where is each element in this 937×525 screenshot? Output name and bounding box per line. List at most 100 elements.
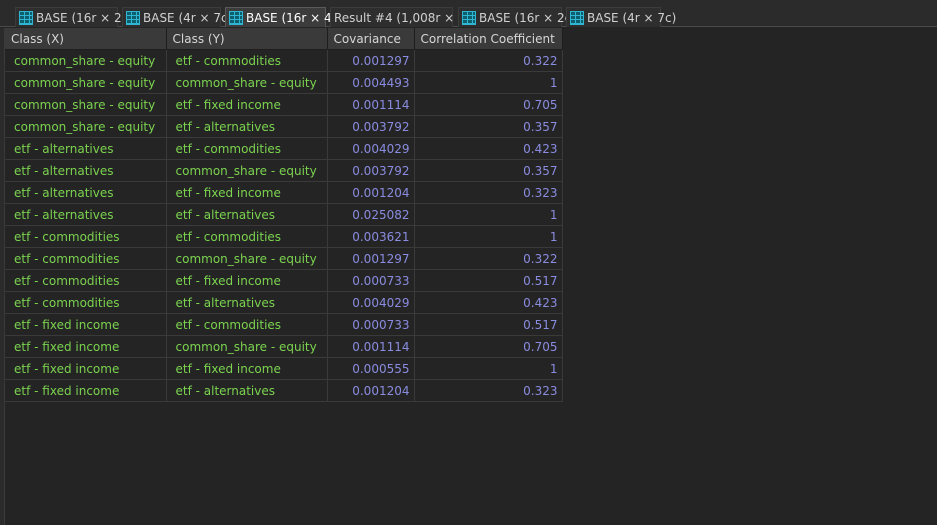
cell-correlation[interactable]: 0.323 xyxy=(414,181,563,204)
cell-class-x[interactable]: common_share - equity xyxy=(5,115,167,138)
cell-covariance[interactable]: 0.001297 xyxy=(327,247,415,270)
table-row[interactable]: common_share - equity etf - alternatives 0… xyxy=(5,115,563,138)
cell-correlation[interactable]: 0.323 xyxy=(414,379,563,402)
table-row[interactable]: etf - commodities etf - commodities 0.0036… xyxy=(5,225,563,248)
cell-class-y[interactable]: common_share - equity xyxy=(166,247,328,270)
tab-4[interactable]: Result #4 (1,008r × 7c) xyxy=(330,7,477,27)
table-row[interactable]: etf - fixed income etf - commodities 0.000… xyxy=(5,313,563,336)
cell-correlation[interactable]: 0.423 xyxy=(414,291,563,314)
cell-class-y[interactable]: etf - commodities xyxy=(166,313,328,336)
result-table: Class (X) Class (Y) Covariance Correlati… xyxy=(5,28,563,402)
cell-covariance[interactable]: 0.000733 xyxy=(327,313,415,336)
cell-class-x[interactable]: etf - commodities xyxy=(5,269,167,292)
table-row[interactable]: common_share - equity common_share - equi… xyxy=(5,71,563,94)
cell-correlation[interactable]: 0.517 xyxy=(414,313,563,336)
cell-correlation[interactable]: 0.322 xyxy=(414,49,563,72)
table-icon xyxy=(19,10,33,25)
table-row[interactable]: etf - commodities etf - alternatives 0.004… xyxy=(5,291,563,314)
cell-class-x[interactable]: etf - commodities xyxy=(5,225,167,248)
cell-correlation[interactable]: 1 xyxy=(414,71,563,94)
cell-class-y[interactable]: etf - alternatives xyxy=(166,291,328,314)
cell-correlation[interactable]: 0.357 xyxy=(414,115,563,138)
cell-covariance[interactable]: 0.001297 xyxy=(327,49,415,72)
table-icon xyxy=(229,10,243,25)
cell-class-y[interactable]: etf - commodities xyxy=(166,225,328,248)
cell-class-x[interactable]: etf - alternatives xyxy=(5,159,167,182)
cell-covariance[interactable]: 0.001204 xyxy=(327,379,415,402)
cell-covariance[interactable]: 0.003792 xyxy=(327,115,415,138)
cell-class-x[interactable]: etf - fixed income xyxy=(5,357,167,380)
cell-class-x[interactable]: etf - fixed income xyxy=(5,379,167,402)
cell-correlation[interactable]: 0.357 xyxy=(414,159,563,182)
cell-covariance[interactable]: 0.004029 xyxy=(327,137,415,160)
table-row[interactable]: etf - fixed income etf - alternatives 0.00… xyxy=(5,379,563,402)
cell-covariance[interactable]: 0.001204 xyxy=(327,181,415,204)
tab-2[interactable]: BASE (4r × 7c) xyxy=(122,7,232,27)
tab-5[interactable]: BASE (16r × 2c) xyxy=(458,7,576,27)
result-grid[interactable]: Class (X) Class (Y) Covariance Correlati… xyxy=(4,28,937,525)
table-row[interactable]: etf - fixed income common_share - equity 0… xyxy=(5,335,563,358)
cell-class-y[interactable]: etf - alternatives xyxy=(166,203,328,226)
cell-class-x[interactable]: etf - fixed income xyxy=(5,335,167,358)
tab-label: Result #4 (1,008r × 7c) xyxy=(334,10,477,25)
column-header-covariance[interactable]: Covariance xyxy=(327,28,415,50)
cell-covariance[interactable]: 0.000555 xyxy=(327,357,415,380)
cell-class-y[interactable]: common_share - equity xyxy=(166,159,328,182)
cell-class-x[interactable]: common_share - equity xyxy=(5,93,167,116)
cell-covariance[interactable]: 0.004493 xyxy=(327,71,415,94)
column-header-class-x[interactable]: Class (X) xyxy=(5,28,167,50)
cell-covariance[interactable]: 0.000733 xyxy=(327,269,415,292)
cell-covariance[interactable]: 0.003792 xyxy=(327,159,415,182)
column-header-correlation[interactable]: Correlation Coefficient xyxy=(414,28,563,50)
cell-class-x[interactable]: etf - alternatives xyxy=(5,203,167,226)
tab-label: BASE (16r × 2c) xyxy=(36,10,133,25)
cell-class-y[interactable]: etf - alternatives xyxy=(166,379,328,402)
cell-covariance[interactable]: 0.001114 xyxy=(327,93,415,116)
table-row[interactable]: etf - commodities common_share - equity 0.… xyxy=(5,247,563,270)
cell-class-x[interactable]: etf - alternatives xyxy=(5,181,167,204)
cell-correlation[interactable]: 1 xyxy=(414,357,563,380)
table-row[interactable]: common_share - equity etf - commodities 0.… xyxy=(5,49,563,72)
column-header-class-y[interactable]: Class (Y) xyxy=(166,28,328,50)
cell-correlation[interactable]: 1 xyxy=(414,203,563,226)
tab-label: BASE (4r × 7c) xyxy=(587,10,677,25)
cell-correlation[interactable]: 0.705 xyxy=(414,335,563,358)
table-icon xyxy=(462,10,476,25)
table-row[interactable]: etf - commodities etf - fixed income 0.000… xyxy=(5,269,563,292)
cell-class-x[interactable]: etf - fixed income xyxy=(5,313,167,336)
cell-correlation[interactable]: 1 xyxy=(414,225,563,248)
cell-class-y[interactable]: etf - fixed income xyxy=(166,357,328,380)
table-row[interactable]: common_share - equity etf - fixed income 0… xyxy=(5,93,563,116)
cell-class-y[interactable]: common_share - equity xyxy=(166,335,328,358)
cell-class-x[interactable]: etf - alternatives xyxy=(5,137,167,160)
cell-class-x[interactable]: etf - commodities xyxy=(5,291,167,314)
table-row[interactable]: etf - alternatives etf - alternatives 0.02… xyxy=(5,203,563,226)
cell-covariance[interactable]: 0.025082 xyxy=(327,203,415,226)
cell-correlation[interactable]: 0.705 xyxy=(414,93,563,116)
cell-covariance[interactable]: 0.003621 xyxy=(327,225,415,248)
cell-class-y[interactable]: common_share - equity xyxy=(166,71,328,94)
result-tab-bar: BASE (16r × 2c) BASE (4r × 7c) BASE (16r ×… xyxy=(0,0,937,27)
table-row[interactable]: etf - fixed income etf - fixed income 0.00… xyxy=(5,357,563,380)
cell-class-y[interactable]: etf - commodities xyxy=(166,49,328,72)
table-row[interactable]: etf - alternatives etf - commodities 0.004… xyxy=(5,137,563,160)
cell-class-y[interactable]: etf - fixed income xyxy=(166,93,328,116)
cell-class-x[interactable]: common_share - equity xyxy=(5,49,167,72)
cell-class-y[interactable]: etf - commodities xyxy=(166,137,328,160)
cell-class-y[interactable]: etf - alternatives xyxy=(166,115,328,138)
cell-class-x[interactable]: etf - commodities xyxy=(5,247,167,270)
cell-covariance[interactable]: 0.001114 xyxy=(327,335,415,358)
cell-correlation[interactable]: 0.322 xyxy=(414,247,563,270)
table-icon xyxy=(570,10,584,25)
cell-class-y[interactable]: etf - fixed income xyxy=(166,269,328,292)
table-row[interactable]: etf - alternatives etf - fixed income 0.00… xyxy=(5,181,563,204)
tab-1[interactable]: BASE (16r × 2c) xyxy=(15,7,133,27)
cell-correlation[interactable]: 0.423 xyxy=(414,137,563,160)
cell-covariance[interactable]: 0.004029 xyxy=(327,291,415,314)
tab-6[interactable]: BASE (4r × 7c) xyxy=(566,7,676,27)
tab-3[interactable]: BASE (16r × 4c) xyxy=(225,7,343,27)
cell-correlation[interactable]: 0.517 xyxy=(414,269,563,292)
table-row[interactable]: etf - alternatives common_share - equity 0… xyxy=(5,159,563,182)
cell-class-x[interactable]: common_share - equity xyxy=(5,71,167,94)
cell-class-y[interactable]: etf - fixed income xyxy=(166,181,328,204)
